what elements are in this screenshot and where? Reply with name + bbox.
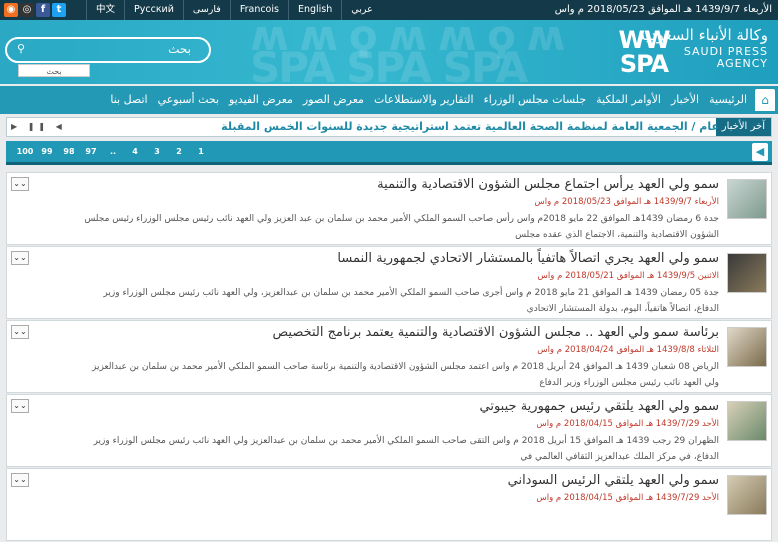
news-thumbnail[interactable]: [727, 253, 767, 293]
chevron-down-icon[interactable]: ⌄⌄: [11, 325, 29, 339]
nav-item-home[interactable]: الرئيسية: [704, 86, 752, 114]
page-link[interactable]: 1: [190, 141, 212, 163]
main-nav: ⌂ الرئيسية الأخبار الأوامر الملكية جلسات…: [0, 86, 778, 114]
logo-english-text: SAUDI PRESS AGENCY: [684, 46, 768, 70]
ticker-label: آخر الأخبار: [715, 118, 771, 136]
nav-item-contact[interactable]: اتصل بنا: [105, 86, 152, 114]
ticker-controls[interactable]: ▶ ❚❚ ◀: [11, 118, 66, 136]
nav-item-reports[interactable]: التقارير والاستطلاعات: [369, 86, 479, 114]
news-list: سمو ولي العهد يرأس اجتماع مجلس الشؤون ال…: [6, 172, 772, 542]
twitter-icon[interactable]: t: [52, 3, 66, 17]
current-date: الأربعاء 1439/9/7 هـ الموافق 2018/05/23 …: [554, 4, 772, 15]
news-ticker: آخر الأخبار عام / الجمعية العامة لمنظمة …: [6, 117, 772, 137]
instagram-icon[interactable]: ◎: [20, 3, 34, 17]
news-title[interactable]: سمو ولي العهد يلتقي رئيس جمهورية جيبوتي: [480, 399, 719, 414]
ticker-text[interactable]: عام / الجمعية العامة لمنظمة الصحة العالم…: [221, 118, 719, 136]
top-bar: ◉ ◎ f t 中文 Русский فارسی Francois Englis…: [0, 0, 778, 20]
news-date: الاثنين 1439/9/5 هـ الموافق 2018/05/21 م…: [537, 271, 719, 281]
page-link[interactable]: 2: [168, 141, 190, 163]
nav-item-news[interactable]: الأخبار: [666, 86, 704, 114]
pagination-bar: 100 99 98 97 .. 4 3 2 1 ◀: [6, 141, 772, 165]
lang-russian[interactable]: Русский: [124, 0, 183, 20]
site-header: ʍ ʍ ϙ ʍ ʍ ϙ ʍ SPA SPA SPA WW SPA وكالة ال…: [0, 20, 778, 84]
social-links: ◉ ◎ f t: [4, 3, 66, 17]
lang-chinese[interactable]: 中文: [86, 0, 124, 20]
home-icon[interactable]: ⌂: [755, 89, 775, 111]
list-item[interactable]: سمو ولي العهد يلتقي الرئيس السوداني الأح…: [6, 468, 772, 541]
search-button[interactable]: بحث: [18, 64, 90, 77]
news-title[interactable]: سمو ولي العهد يجري اتصالاً هاتفياً بالمس…: [337, 251, 719, 266]
list-item[interactable]: سمو ولي العهد يلتقي رئيس جمهورية جيبوتي …: [6, 394, 772, 467]
news-summary: جدة 6 رمضان 1439هـ الموافق 22 مايو 2018م…: [84, 214, 719, 240]
page-ellipsis: ..: [109, 147, 117, 156]
page-numbers: 100 99 98 97 .. 4 3 2 1: [14, 141, 212, 163]
nav-item-photo-gallery[interactable]: معرض الصور: [298, 86, 369, 114]
news-thumbnail[interactable]: [727, 327, 767, 367]
news-thumbnail[interactable]: [727, 179, 767, 219]
header-pattern: ʍ ʍ ϙ ʍ ʍ ϙ ʍ SPA SPA SPA: [250, 20, 565, 84]
list-item[interactable]: سمو ولي العهد يجري اتصالاً هاتفياً بالمس…: [6, 246, 772, 319]
news-date: الأحد 1439/7/29 هـ الموافق 2018/04/15 م …: [536, 419, 719, 429]
chevron-down-icon[interactable]: ⌄⌄: [11, 473, 29, 487]
news-date: الأحد 1439/7/29 هـ الموافق 2018/04/15 م …: [536, 493, 719, 503]
logo-english-line2: AGENCY: [716, 57, 768, 70]
news-title[interactable]: برئاسة سمو ولي العهد .. مجلس الشؤون الاق…: [272, 325, 719, 340]
news-date: الأربعاء 1439/9/7 هـ الموافق 2018/05/23 …: [534, 197, 719, 207]
search-icon[interactable]: ⚲: [17, 42, 25, 55]
lang-arabic[interactable]: عربي: [341, 0, 381, 20]
chevron-down-icon[interactable]: ⌄⌄: [11, 251, 29, 265]
page-link[interactable]: 4: [124, 141, 146, 163]
news-thumbnail[interactable]: [727, 475, 767, 515]
lang-farsi[interactable]: فارسی: [182, 0, 230, 20]
page-link[interactable]: 99: [36, 141, 58, 163]
page-link[interactable]: 97: [80, 141, 102, 163]
nav-item-weekly-search[interactable]: بحث أسبوعي: [153, 86, 224, 114]
nav-item-royal-orders[interactable]: الأوامر الملكية: [591, 86, 666, 114]
search-placeholder: بحث: [168, 42, 191, 56]
page-link[interactable]: 100: [14, 141, 36, 163]
page-link[interactable]: 3: [146, 141, 168, 163]
chevron-down-icon[interactable]: ⌄⌄: [11, 177, 29, 191]
list-item[interactable]: سمو ولي العهد يرأس اجتماع مجلس الشؤون ال…: [6, 172, 772, 245]
facebook-icon[interactable]: f: [36, 3, 50, 17]
news-title[interactable]: سمو ولي العهد يلتقي الرئيس السوداني: [508, 473, 719, 488]
page-link[interactable]: 98: [58, 141, 80, 163]
chevron-left-icon[interactable]: ◀: [752, 143, 768, 161]
nav-item-video-gallery[interactable]: معرض الفيديو: [224, 86, 298, 114]
nav-item-cabinet-sessions[interactable]: جلسات مجلس الوزراء: [479, 86, 592, 114]
lang-english[interactable]: English: [287, 0, 341, 20]
chevron-down-icon[interactable]: ⌄⌄: [11, 399, 29, 413]
news-title[interactable]: سمو ولي العهد يرأس اجتماع مجلس الشؤون ال…: [377, 177, 719, 192]
news-summary: جدة 05 رمضان 1439 هـ الموافق 21 مايو 201…: [103, 288, 719, 314]
news-date: الثلاثاء 1439/8/8 هـ الموافق 2018/04/24 …: [537, 345, 719, 355]
news-thumbnail[interactable]: [727, 401, 767, 441]
site-logo[interactable]: WW SPA وكالة الأنباء السعودية SAUDI PRES…: [612, 24, 772, 82]
list-item[interactable]: برئاسة سمو ولي العهد .. مجلس الشؤون الاق…: [6, 320, 772, 393]
lang-french[interactable]: Francois: [229, 0, 288, 20]
rss-icon[interactable]: ◉: [4, 3, 18, 17]
search-input[interactable]: بحث ⚲: [5, 37, 211, 63]
language-switcher: 中文 Русский فارسی Francois English عربي: [86, 0, 382, 20]
news-summary: الرياض 08 شعبان 1439 هـ الموافق 24 أبريل…: [91, 362, 719, 388]
logo-arabic-text: وكالة الأنباء السعودية: [637, 26, 768, 44]
news-summary: الظهران 29 رجب 1439 هـ الموافق 15 أبريل …: [93, 436, 719, 462]
